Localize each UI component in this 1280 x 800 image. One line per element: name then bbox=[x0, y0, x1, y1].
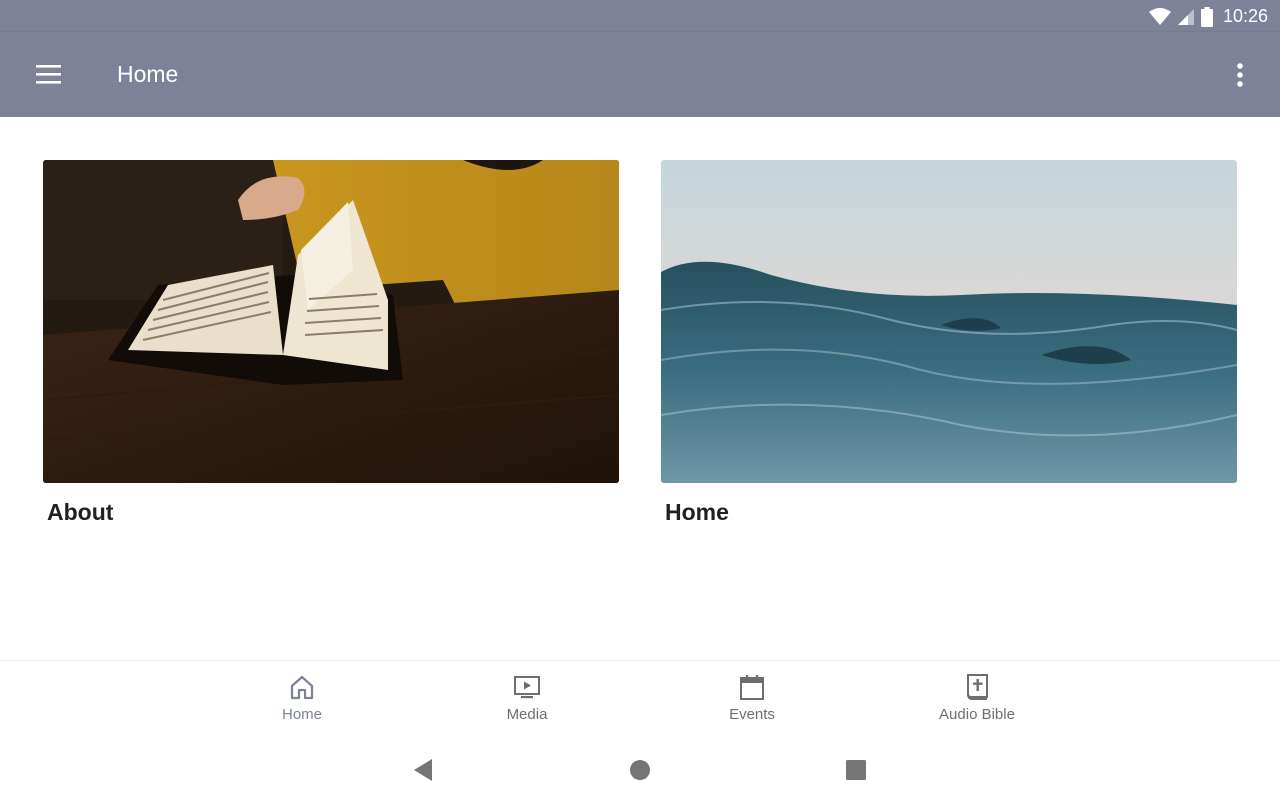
battery-icon bbox=[1200, 6, 1213, 27]
hamburger-menu-icon bbox=[36, 65, 61, 84]
nav-item-home[interactable]: Home bbox=[222, 661, 382, 741]
card-about[interactable]: About bbox=[43, 160, 619, 526]
nav-item-events[interactable]: Events bbox=[672, 661, 832, 741]
status-time: 10:26 bbox=[1222, 6, 1268, 26]
overflow-menu-button[interactable] bbox=[1224, 58, 1256, 94]
nav-label-audio-bible: Audio Bible bbox=[939, 706, 1015, 723]
cell-signal-icon bbox=[1177, 8, 1194, 25]
nav-item-audio-bible[interactable]: Audio Bible bbox=[897, 661, 1057, 741]
tv-play-icon bbox=[514, 676, 540, 699]
recents-square-icon bbox=[846, 760, 866, 780]
ocean-waves-photo bbox=[661, 160, 1237, 483]
page-title: Home bbox=[117, 61, 179, 87]
card-home-image[interactable] bbox=[661, 160, 1237, 483]
card-home[interactable]: Home bbox=[661, 160, 1237, 526]
system-back-button[interactable] bbox=[410, 756, 438, 784]
app-bar: Home bbox=[0, 32, 1280, 117]
nav-label-events: Events bbox=[729, 706, 775, 723]
back-triangle-icon bbox=[414, 759, 432, 781]
home-circle-icon bbox=[630, 760, 650, 780]
system-home-button[interactable] bbox=[626, 756, 654, 784]
status-icons: 10:26 bbox=[1148, 6, 1268, 27]
wifi-icon bbox=[1148, 7, 1171, 25]
menu-button[interactable] bbox=[24, 58, 72, 94]
card-about-title: About bbox=[47, 499, 114, 525]
card-about-image[interactable] bbox=[43, 160, 619, 483]
system-navigation-bar bbox=[0, 740, 1280, 800]
nav-label-media: Media bbox=[506, 706, 548, 723]
bible-cross-icon bbox=[967, 674, 988, 700]
calendar-icon bbox=[740, 675, 764, 700]
nav-label-home: Home bbox=[281, 706, 322, 723]
home-icon bbox=[290, 675, 314, 700]
open-bible-photo bbox=[43, 160, 619, 483]
status-bar: 10:26 bbox=[0, 0, 1280, 32]
main-content: About Home bbox=[0, 117, 1280, 660]
nav-item-media[interactable]: Media bbox=[447, 661, 607, 741]
system-recents-button[interactable] bbox=[842, 756, 870, 784]
card-home-title: Home bbox=[665, 499, 729, 525]
bottom-navigation: Home Media Events Audio Bible bbox=[0, 660, 1280, 740]
more-vertical-icon bbox=[1237, 63, 1243, 87]
